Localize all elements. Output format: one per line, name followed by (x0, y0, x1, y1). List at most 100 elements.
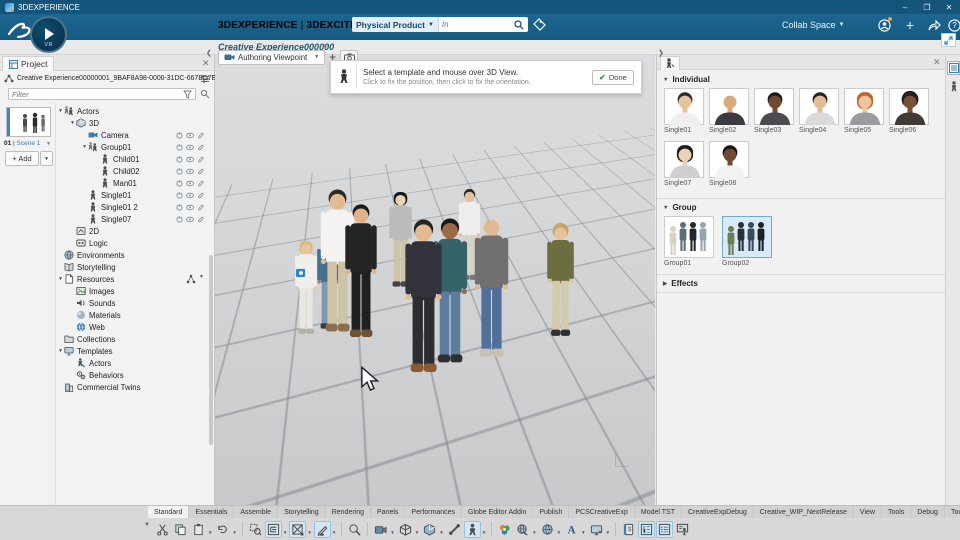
search-icon[interactable] (513, 19, 525, 31)
activate-icon[interactable] (176, 215, 183, 223)
palette-item-single07[interactable] (664, 141, 704, 178)
tree-item-man01[interactable]: Man01 (57, 177, 207, 189)
action-tab-storytelling[interactable]: Storytelling (278, 506, 326, 518)
tree-item-single07[interactable]: Single07 (57, 213, 207, 225)
expand-layout-icon[interactable] (941, 33, 956, 47)
filter-funnel-icon[interactable] (183, 90, 192, 99)
palette-item-single05[interactable] (844, 88, 884, 125)
activate-icon[interactable] (176, 191, 183, 199)
tree-item-sounds[interactable]: Sounds (57, 297, 207, 309)
filter-input[interactable] (9, 89, 183, 99)
tree-item-single01[interactable]: Single01 (57, 189, 207, 201)
chevron-down-icon[interactable]: ▼ (46, 141, 51, 147)
attach-clip-icon[interactable] (197, 132, 204, 139)
chevron-down-icon[interactable]: ▼ (390, 530, 394, 535)
pen-icon[interactable] (313, 520, 331, 538)
palette-item-single08[interactable] (709, 141, 749, 178)
action-tab-creativeexpdebug[interactable]: CreativeExpDebug (681, 506, 754, 518)
globe-export-icon[interactable] (514, 521, 531, 538)
presenter-icon[interactable] (674, 521, 691, 538)
tag-icon[interactable] (533, 18, 546, 31)
palette-item-single01[interactable] (664, 88, 704, 125)
user-profile-icon[interactable] (876, 17, 892, 33)
expander-open-icon[interactable]: ▼ (57, 108, 64, 114)
tree-scrollbar[interactable] (209, 255, 213, 445)
add-content-button[interactable]: + (902, 17, 918, 33)
action-tab-publish[interactable]: Publish (533, 506, 570, 518)
action-tab-creative-wip-nextrelease[interactable]: Creative_WIP_NextRelease (753, 506, 854, 518)
tree-item-single01-2[interactable]: Single01 2 (57, 201, 207, 213)
tree-item-behaviors[interactable]: Behaviors (57, 369, 207, 381)
maximize-button[interactable]: ❐ (916, 0, 938, 14)
chevron-down-icon[interactable]: ▼ (232, 530, 236, 535)
section-header-group[interactable]: ▼ Group (663, 203, 696, 212)
attach-clip-icon[interactable] (197, 144, 204, 151)
expand-right-panel-icon[interactable]: ❯ (658, 49, 664, 57)
tree-item-actors[interactable]: Actors (57, 357, 207, 369)
camera-icon[interactable] (372, 521, 389, 538)
chevron-down-icon[interactable]: ▼ (581, 530, 585, 535)
share-button[interactable] (926, 17, 942, 33)
action-tab-view[interactable]: View (853, 506, 882, 518)
tree-item-actors[interactable]: ▼ Actors (57, 105, 207, 117)
tree-item-logic[interactable]: Logic (57, 237, 207, 249)
palette-item-group02[interactable] (722, 216, 772, 258)
action-tab-rendering[interactable]: Rendering (325, 506, 372, 518)
add-scene-button[interactable]: + Add (5, 151, 39, 166)
tree-item-resources[interactable]: ▼ Resources ▼ (57, 273, 207, 285)
visibility-eye-icon[interactable] (186, 144, 194, 151)
close-icon[interactable]: ✕ (202, 58, 210, 69)
cube-wireframe-icon[interactable] (397, 521, 414, 538)
section-header-effects[interactable]: ▶ Effects (663, 279, 698, 288)
compass-play-button[interactable]: V.R (30, 16, 67, 53)
chevron-down-icon[interactable]: ▼ (606, 530, 610, 535)
search-icon[interactable] (346, 521, 363, 538)
palette-item-single03[interactable] (754, 88, 794, 125)
chevron-down-icon[interactable]: ▼ (208, 530, 212, 535)
visibility-eye-icon[interactable] (186, 156, 194, 163)
chevron-down-icon[interactable]: ▼ (482, 530, 486, 535)
resource-network-dropdown[interactable]: ▼ (186, 274, 207, 284)
action-tab-debug[interactable]: Debug (911, 506, 945, 518)
chevron-down-icon[interactable]: ▼ (557, 530, 561, 535)
tree-item-storytelling[interactable]: Storytelling (57, 261, 207, 273)
collapse-left-panel-icon[interactable]: ❮ (206, 49, 212, 57)
tree-item-materials[interactable]: Materials (57, 309, 207, 321)
copy-icon[interactable] (172, 521, 189, 538)
scene-thumbnail[interactable] (6, 107, 51, 137)
project-item-row[interactable]: Creative Experience00000001_9BAF8A98-000… (4, 74, 253, 83)
zoom-select-icon[interactable] (247, 521, 264, 538)
attach-clip-icon[interactable] (197, 156, 204, 163)
tree-item-collections[interactable]: Collections (57, 333, 207, 345)
select-3d-icon[interactable] (289, 520, 307, 538)
attach-clip-icon[interactable] (197, 168, 204, 175)
action-tab-globe-editor-addin[interactable]: Globe Editor Addin (462, 506, 534, 518)
visibility-eye-icon[interactable] (186, 168, 194, 175)
gear-color-icon[interactable] (496, 521, 513, 538)
tree-item-commercial-twins[interactable]: Commercial Twins (57, 381, 207, 393)
activate-icon[interactable] (176, 155, 183, 163)
action-tab-touch[interactable]: Touch (944, 506, 960, 518)
action-tab-essentials[interactable]: Essentials (189, 506, 235, 518)
action-tab-model-tst[interactable]: Model TST (634, 506, 682, 518)
palette-item-group01[interactable] (664, 216, 714, 258)
undo-icon[interactable] (214, 521, 231, 538)
text-icon[interactable]: A (563, 521, 580, 538)
action-tab-panels[interactable]: Panels (371, 506, 406, 518)
search-icon[interactable] (200, 89, 210, 99)
viewpoint-dropdown[interactable]: Authoring Viewpoint ▼ (218, 49, 326, 65)
palette-item-single04[interactable] (799, 88, 839, 125)
chevron-down-icon[interactable]: ▼ (332, 530, 336, 535)
action-tab-pcscreativeexp[interactable]: PCSCreativeExp (569, 506, 635, 518)
action-tab-standard[interactable]: Standard (148, 506, 190, 518)
chevron-down-icon[interactable]: ▼ (283, 530, 287, 535)
minimize-button[interactable]: – (894, 0, 916, 14)
close-button[interactable]: ✕ (938, 0, 960, 14)
actor-figure[interactable] (541, 223, 580, 341)
tree-item-child02[interactable]: Child02 (57, 165, 207, 177)
tab-actor-palette[interactable] (660, 56, 680, 70)
section-header-individual[interactable]: ▼ Individual (663, 75, 710, 84)
tree-item-environments[interactable]: Environments (57, 249, 207, 261)
search-scope-dropdown[interactable]: Physical Product ▼ (352, 17, 439, 32)
done-button[interactable]: ✔ Done (592, 69, 634, 85)
